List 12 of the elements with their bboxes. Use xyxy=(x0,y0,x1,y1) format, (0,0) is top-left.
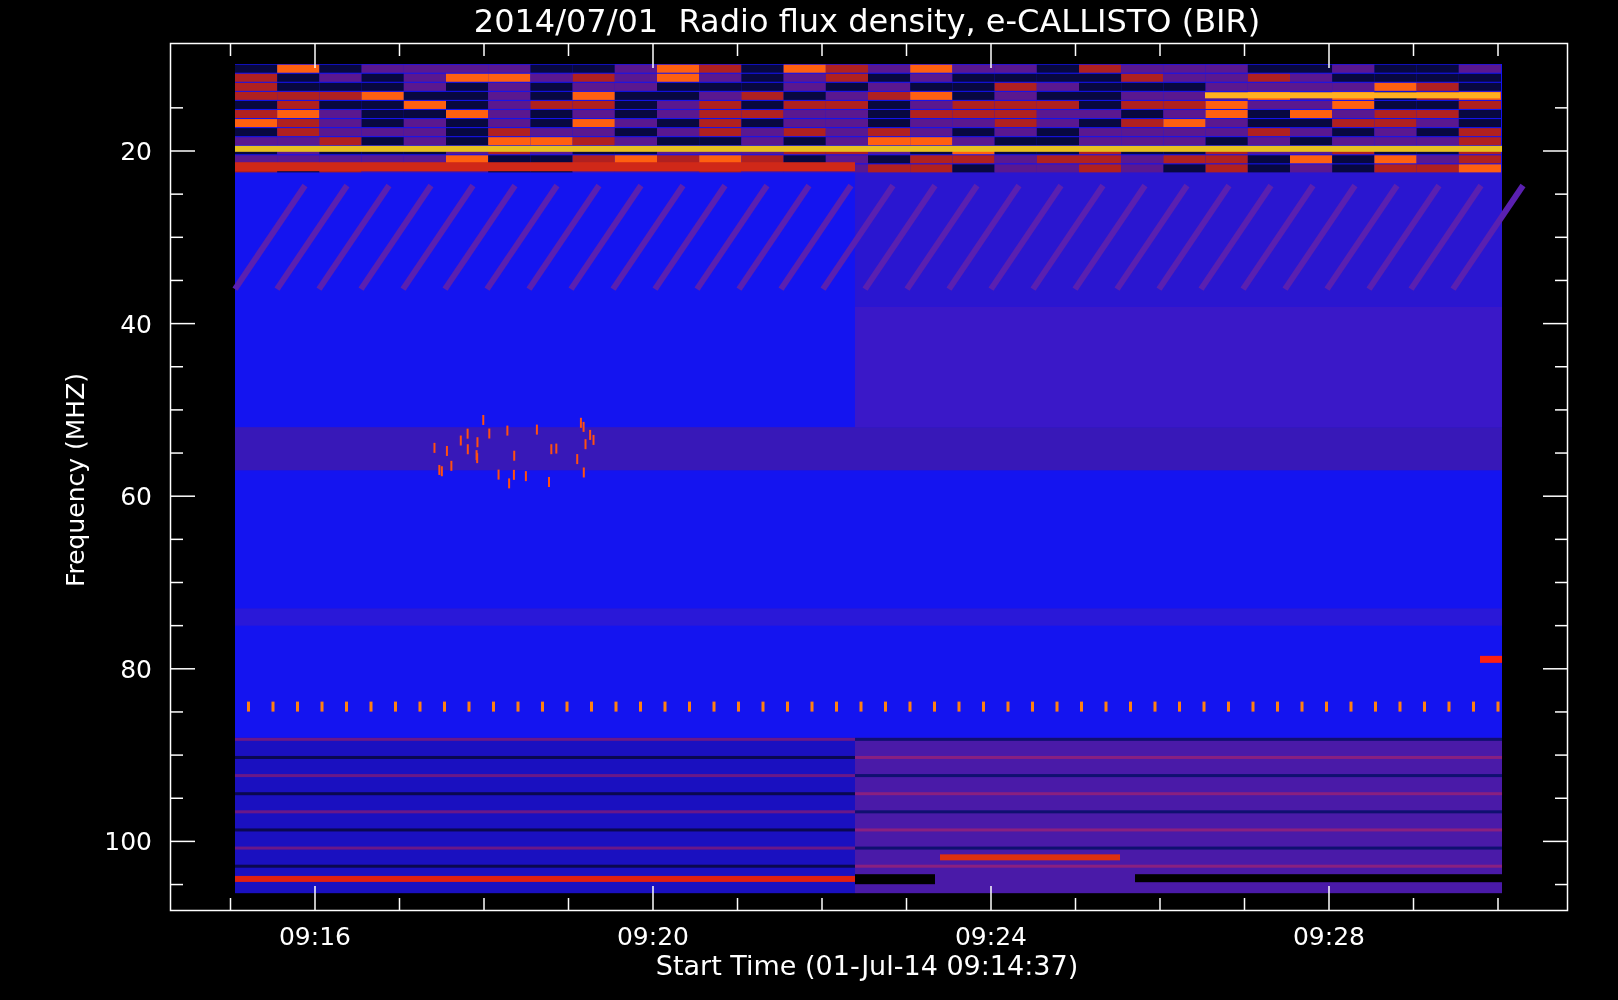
y-tick-label: 60 xyxy=(120,482,152,512)
x-tick-label: 09:16 xyxy=(279,922,351,951)
y-tick-label: 40 xyxy=(120,309,152,339)
chart-title: 2014/07/01 Radio flux density, e-CALLISTO (BIR) xyxy=(473,2,1261,40)
x-tick-label: 09:24 xyxy=(955,922,1027,951)
x-tick-label: 09:20 xyxy=(617,922,689,951)
y-tick-label: 20 xyxy=(120,137,152,166)
x-axis-title: Start Time (01-Jul-14 09:14:37) xyxy=(655,950,1079,981)
y-tick-label: 80 xyxy=(120,654,152,684)
x-tick-label: 09:28 xyxy=(1293,922,1365,951)
y-axis-title: Frequency (MHZ) xyxy=(61,372,90,588)
y-tick-label: 100 xyxy=(104,827,152,857)
